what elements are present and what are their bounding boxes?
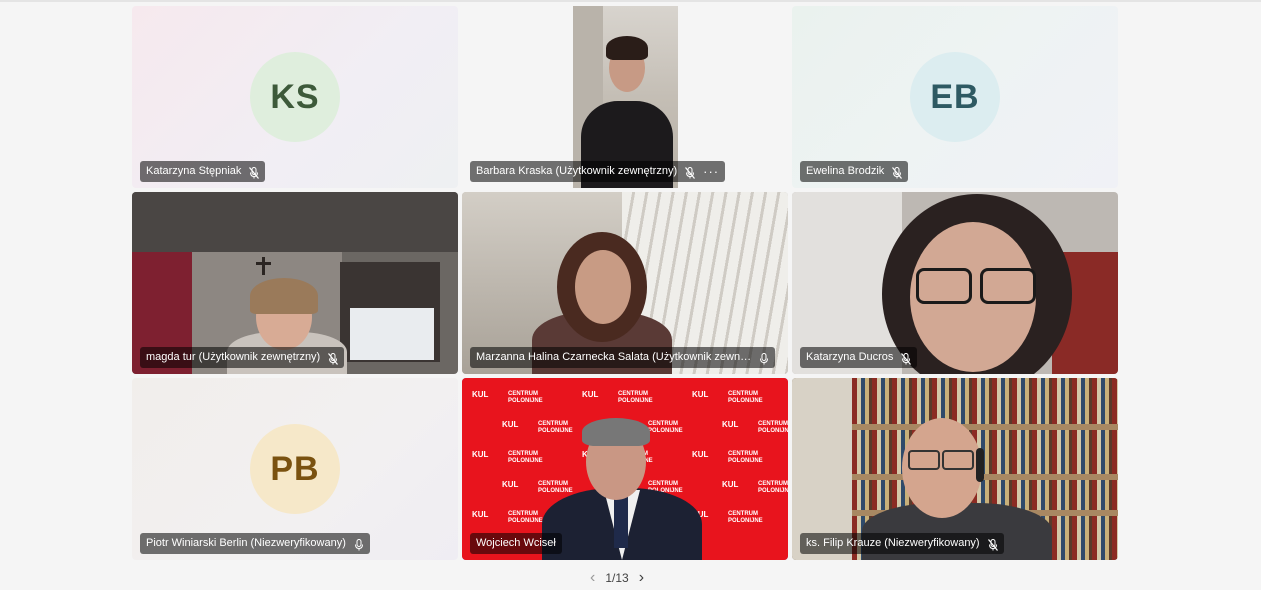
participant-name: Katarzyna Ducros xyxy=(806,351,894,363)
backdrop-text: CENTRUMPOLONIJNE xyxy=(508,511,543,524)
backdrop-text: CENTRUMPOLONIJNE xyxy=(618,391,653,404)
participant-name-badge: Marzanna Halina Czarnecka Salata (Użytko… xyxy=(470,347,776,368)
avatar: PB xyxy=(250,424,340,514)
participant-tile-katarzyna-stepniak[interactable]: KS Katarzyna Stępniak xyxy=(132,6,458,188)
mic-off-icon xyxy=(328,352,339,365)
backdrop-text: CENTRUMPOLONIJNE xyxy=(758,481,788,494)
participant-name: ks. Filip Krauze (Niezweryfikowany) xyxy=(806,537,980,549)
kul-logo: KUL xyxy=(472,510,489,519)
backdrop-text: CENTRUMPOLONIJNE xyxy=(728,391,763,404)
kul-logo: KUL xyxy=(472,450,489,459)
participant-name-badge: Barbara Kraska (Użytkownik zewnętrzny) ·… xyxy=(470,161,726,182)
participant-tile-wojciech-wcisel[interactable]: KUL CENTRUM POLONIJNE KUL CENTRUM POLONIJNE KU… xyxy=(462,378,788,560)
kul-logo: KUL xyxy=(692,450,709,459)
participant-name-badge: Katarzyna Ducros xyxy=(800,347,918,368)
backdrop-text: CENTRUMPOLONIJNE xyxy=(728,451,763,464)
backdrop-text: CENTRUMPOLONIJNE xyxy=(508,451,543,464)
participant-tile-ewelina-brodzik[interactable]: EB Ewelina Brodzik xyxy=(792,6,1118,188)
participant-tile-katarzyna-ducros[interactable]: Katarzyna Ducros xyxy=(792,192,1118,374)
participant-name: Katarzyna Stępniak xyxy=(146,165,242,177)
mic-off-icon xyxy=(685,166,696,179)
participant-tile-magda-tur[interactable]: magda tur (Użytkownik zewnętrzny) xyxy=(132,192,458,374)
participant-name: Piotr Winiarski Berlin (Niezweryfikowany… xyxy=(146,537,346,549)
participant-tile-marzanna-czarnecka-salata[interactable]: Marzanna Halina Czarnecka Salata (Użytko… xyxy=(462,192,788,374)
mic-off-icon xyxy=(249,166,260,179)
more-options-button[interactable]: ··· xyxy=(703,161,719,182)
backdrop-text: CENTRUMPOLONIJNE xyxy=(538,481,573,494)
participant-name: Wojciech Wciseł xyxy=(476,537,556,549)
participant-name: magda tur (Użytkownik zewnętrzny) xyxy=(146,351,321,363)
participant-name-badge: Wojciech Wciseł xyxy=(470,533,562,554)
backdrop-text: CENTRUMPOLONIJNE xyxy=(648,421,683,434)
participant-name-badge: Piotr Winiarski Berlin (Niezweryfikowany… xyxy=(140,533,370,554)
kul-logo: KUL xyxy=(502,480,519,489)
gallery-pager: ‹ 1/13 › xyxy=(590,568,644,588)
mic-off-icon xyxy=(892,166,903,179)
participant-name-badge: magda tur (Użytkownik zewnętrzny) xyxy=(140,347,345,368)
backdrop-text: CENTRUMPOLONIJNE xyxy=(538,421,573,434)
chevron-left-icon[interactable]: ‹ xyxy=(590,569,595,587)
kul-logo: KUL xyxy=(502,420,519,429)
participant-name-badge: ks. Filip Krauze (Niezweryfikowany) xyxy=(800,533,1004,554)
participant-name-badge: Katarzyna Stępniak xyxy=(140,161,266,182)
participant-name: Marzanna Halina Czarnecka Salata (Użytko… xyxy=(476,351,752,363)
kul-logo: KUL xyxy=(692,390,709,399)
mic-off-icon xyxy=(987,538,998,551)
chevron-right-icon[interactable]: › xyxy=(639,569,644,587)
kul-logo: KUL xyxy=(722,420,739,429)
backdrop-text: CENTRUMPOLONIJNE xyxy=(508,391,543,404)
mic-off-icon xyxy=(901,352,912,365)
avatar: KS xyxy=(250,52,340,142)
mic-on-icon xyxy=(759,352,769,364)
backdrop-text: CENTRUMPOLONIJNE xyxy=(758,421,788,434)
backdrop-text: CENTRUMPOLONIJNE xyxy=(728,511,763,524)
page-indicator: 1/13 xyxy=(605,571,629,585)
avatar: EB xyxy=(910,52,1000,142)
participant-name: Ewelina Brodzik xyxy=(806,165,885,177)
mic-on-icon xyxy=(354,538,364,550)
participant-tile-filip-krauze[interactable]: ks. Filip Krauze (Niezweryfikowany) xyxy=(792,378,1118,560)
video-grid: KS Katarzyna Stępniak Barbara Kraska (Uż… xyxy=(132,6,1118,560)
top-divider xyxy=(0,0,1261,2)
participant-tile-barbara-kraska[interactable]: Barbara Kraska (Użytkownik zewnętrzny) ·… xyxy=(462,6,788,188)
participant-name: Barbara Kraska (Użytkownik zewnętrzny) xyxy=(476,165,678,177)
participant-tile-piotr-winiarski[interactable]: PB Piotr Winiarski Berlin (Niezweryfikow… xyxy=(132,378,458,560)
participant-name-badge: Ewelina Brodzik xyxy=(800,161,909,182)
kul-logo: KUL xyxy=(582,390,599,399)
kul-logo: KUL xyxy=(722,480,739,489)
kul-logo: KUL xyxy=(472,390,489,399)
